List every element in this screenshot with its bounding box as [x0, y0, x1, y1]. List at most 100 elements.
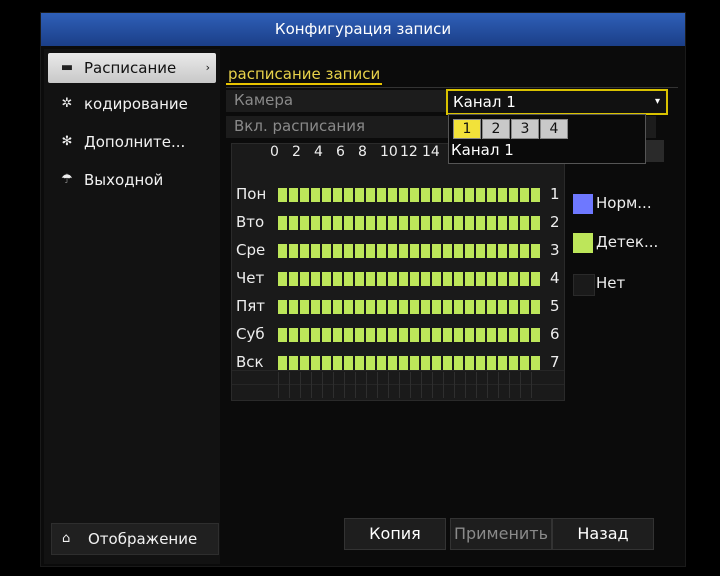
schedule-segment[interactable] [498, 216, 507, 230]
schedule-segment[interactable] [443, 328, 452, 342]
schedule-segment[interactable] [509, 216, 518, 230]
schedule-segment[interactable] [476, 244, 485, 258]
schedule-segment[interactable] [487, 216, 496, 230]
schedule-segment[interactable] [520, 328, 529, 342]
schedule-segment[interactable] [531, 328, 540, 342]
schedule-segment[interactable] [454, 188, 463, 202]
schedule-segment[interactable] [333, 272, 342, 286]
schedule-segment[interactable] [333, 216, 342, 230]
schedule-segment[interactable] [366, 244, 375, 258]
schedule-segment[interactable] [355, 188, 364, 202]
sidebar-item-holiday[interactable]: ☂ Выходной [48, 165, 216, 195]
schedule-segment[interactable] [454, 328, 463, 342]
schedule-segment[interactable] [443, 272, 452, 286]
schedule-segment[interactable] [531, 244, 540, 258]
schedule-segment[interactable] [388, 188, 397, 202]
schedule-segment[interactable] [465, 356, 474, 370]
sidebar-item-schedule[interactable]: ▬ Расписание › [48, 53, 216, 83]
dropdown-tab-2[interactable]: 2 [482, 119, 510, 139]
schedule-segment[interactable] [289, 328, 298, 342]
schedule-segment[interactable] [465, 300, 474, 314]
schedule-segment[interactable] [377, 216, 386, 230]
schedule-segment[interactable] [487, 356, 496, 370]
schedule-segment[interactable] [476, 328, 485, 342]
schedule-segment[interactable] [432, 216, 441, 230]
schedule-segment[interactable] [498, 300, 507, 314]
schedule-segment[interactable] [443, 300, 452, 314]
schedule-segment[interactable] [465, 216, 474, 230]
schedule-segment[interactable] [377, 328, 386, 342]
schedule-segment[interactable] [278, 188, 287, 202]
schedule-segment[interactable] [388, 300, 397, 314]
schedule-segment[interactable] [300, 216, 309, 230]
schedule-segment[interactable] [311, 216, 320, 230]
schedule-segment[interactable] [311, 188, 320, 202]
back-button[interactable]: Назад [552, 518, 654, 550]
schedule-segment[interactable] [322, 244, 331, 258]
schedule-segment[interactable] [498, 356, 507, 370]
schedule-segment[interactable] [498, 328, 507, 342]
schedule-segment[interactable] [300, 300, 309, 314]
schedule-segment[interactable] [421, 356, 430, 370]
schedule-segment[interactable] [476, 300, 485, 314]
schedule-segment[interactable] [410, 188, 419, 202]
schedule-segment[interactable] [520, 188, 529, 202]
schedule-segment[interactable] [366, 216, 375, 230]
schedule-segment[interactable] [498, 188, 507, 202]
schedule-segment[interactable] [355, 300, 364, 314]
dropdown-tab-3[interactable]: 3 [511, 119, 539, 139]
schedule-segment[interactable] [454, 216, 463, 230]
schedule-segment[interactable] [487, 272, 496, 286]
schedule-segment[interactable] [498, 272, 507, 286]
schedule-segment[interactable] [487, 244, 496, 258]
schedule-segment[interactable] [421, 272, 430, 286]
schedule-segment[interactable] [509, 272, 518, 286]
sidebar-item-encoding[interactable]: ✲ кодирование [48, 89, 216, 119]
schedule-segment[interactable] [421, 244, 430, 258]
apply-button[interactable]: Применить [450, 518, 552, 550]
schedule-segment[interactable] [432, 328, 441, 342]
live-view-button[interactable]: ⌂ Отображение [51, 523, 219, 555]
schedule-segment[interactable] [366, 272, 375, 286]
schedule-segment[interactable] [410, 216, 419, 230]
schedule-bar[interactable] [278, 356, 542, 370]
schedule-segment[interactable] [443, 188, 452, 202]
schedule-segment[interactable] [366, 328, 375, 342]
schedule-segment[interactable] [399, 188, 408, 202]
schedule-segment[interactable] [399, 300, 408, 314]
schedule-segment[interactable] [498, 244, 507, 258]
schedule-segment[interactable] [355, 356, 364, 370]
schedule-segment[interactable] [465, 188, 474, 202]
schedule-segment[interactable] [278, 356, 287, 370]
schedule-segment[interactable] [432, 244, 441, 258]
schedule-segment[interactable] [388, 244, 397, 258]
schedule-segment[interactable] [278, 328, 287, 342]
schedule-segment[interactable] [410, 272, 419, 286]
schedule-segment[interactable] [377, 244, 386, 258]
schedule-segment[interactable] [421, 216, 430, 230]
schedule-segment[interactable] [377, 272, 386, 286]
schedule-segment[interactable] [454, 272, 463, 286]
dropdown-tab-1[interactable]: 1 [453, 119, 481, 139]
schedule-segment[interactable] [520, 244, 529, 258]
schedule-segment[interactable] [289, 216, 298, 230]
schedule-segment[interactable] [289, 356, 298, 370]
schedule-segment[interactable] [289, 272, 298, 286]
schedule-segment[interactable] [465, 244, 474, 258]
schedule-segment[interactable] [531, 272, 540, 286]
schedule-segment[interactable] [399, 356, 408, 370]
schedule-segment[interactable] [520, 272, 529, 286]
schedule-segment[interactable] [465, 328, 474, 342]
schedule-segment[interactable] [311, 244, 320, 258]
schedule-segment[interactable] [366, 300, 375, 314]
schedule-segment[interactable] [487, 188, 496, 202]
schedule-segment[interactable] [311, 272, 320, 286]
schedule-segment[interactable] [322, 188, 331, 202]
schedule-segment[interactable] [432, 272, 441, 286]
schedule-segment[interactable] [476, 188, 485, 202]
schedule-segment[interactable] [300, 244, 309, 258]
schedule-segment[interactable] [322, 216, 331, 230]
schedule-segment[interactable] [443, 356, 452, 370]
schedule-segment[interactable] [333, 328, 342, 342]
schedule-segment[interactable] [344, 216, 353, 230]
